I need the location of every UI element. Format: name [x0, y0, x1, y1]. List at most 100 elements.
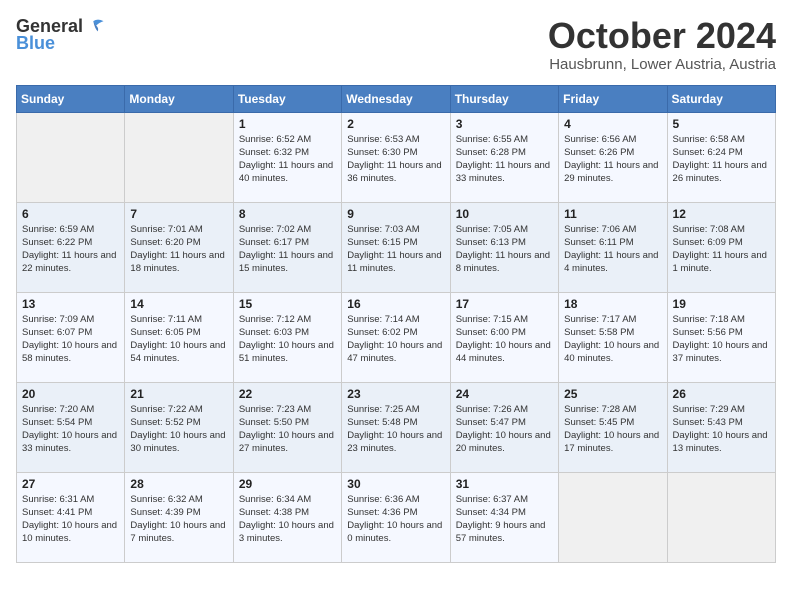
- day-info: Sunrise: 6:58 AM Sunset: 6:24 PM Dayligh…: [673, 133, 770, 186]
- calendar-cell: 28 Sunrise: 6:32 AM Sunset: 4:39 PM Dayli…: [125, 472, 233, 562]
- calendar-cell: 25 Sunrise: 7:28 AM Sunset: 5:45 PM Dayli…: [559, 382, 667, 472]
- week-row-2: 6Sunrise: 6:59 AM Sunset: 6:22 PM Daylig…: [17, 202, 776, 292]
- calendar-cell: 14 Sunrise: 7:11 AM Sunset: 6:05 PM Dayli…: [125, 292, 233, 382]
- day-info: Sunrise: 7:05 AM Sunset: 6:13 PM Dayligh…: [456, 223, 553, 276]
- day-info: Sunrise: 7:29 AM Sunset: 5:43 PM Dayligh…: [673, 403, 770, 456]
- calendar-cell: 31 Sunrise: 6:37 AM Sunset: 4:34 PM Dayli…: [450, 472, 558, 562]
- day-number: 15: [239, 297, 336, 311]
- calendar-cell: 4 Sunrise: 6:56 AM Sunset: 6:26 PM Daylig…: [559, 112, 667, 202]
- calendar-cell: [17, 112, 125, 202]
- location-title: Hausbrunn, Lower Austria, Austria: [548, 56, 776, 73]
- calendar-cell: 17 Sunrise: 7:15 AM Sunset: 6:00 PM Dayli…: [450, 292, 558, 382]
- day-info: Sunrise: 7:02 AM Sunset: 6:17 PM Dayligh…: [239, 223, 336, 276]
- day-number: 29: [239, 477, 336, 491]
- day-info: Sunrise: 7:20 AM Sunset: 5:54 PM Dayligh…: [22, 403, 119, 456]
- day-number: 11: [564, 207, 661, 221]
- day-number: 22: [239, 387, 336, 401]
- day-info: Sunrise: 6:32 AM Sunset: 4:39 PM Dayligh…: [130, 493, 227, 546]
- calendar-cell: 5 Sunrise: 6:58 AM Sunset: 6:24 PM Daylig…: [667, 112, 775, 202]
- day-number: 3: [456, 117, 553, 131]
- calendar-cell: 20 Sunrise: 7:20 AM Sunset: 5:54 PM Dayli…: [17, 382, 125, 472]
- calendar-cell: 30Sunrise: 6:36 AM Sunset: 4:36 PM Dayli…: [342, 472, 450, 562]
- calendar-cell: 26 Sunrise: 7:29 AM Sunset: 5:43 PM Dayli…: [667, 382, 775, 472]
- day-of-week-monday: Monday: [125, 85, 233, 112]
- logo-bird-icon: [83, 16, 105, 38]
- week-row-1: 1Sunrise: 6:52 AM Sunset: 6:32 PM Daylig…: [17, 112, 776, 202]
- day-info: Sunrise: 7:26 AM Sunset: 5:47 PM Dayligh…: [456, 403, 553, 456]
- day-info: Sunrise: 7:06 AM Sunset: 6:11 PM Dayligh…: [564, 223, 661, 276]
- calendar-cell: 21 Sunrise: 7:22 AM Sunset: 5:52 PM Dayli…: [125, 382, 233, 472]
- page-header: General Blue October 2024 Hausbrunn, Low…: [16, 16, 776, 73]
- day-info: Sunrise: 6:31 AM Sunset: 4:41 PM Dayligh…: [22, 493, 119, 546]
- calendar-cell: 9 Sunrise: 7:03 AM Sunset: 6:15 PM Daylig…: [342, 202, 450, 292]
- calendar-cell: [559, 472, 667, 562]
- calendar-table: SundayMondayTuesdayWednesdayThursdayFrid…: [16, 85, 776, 563]
- day-info: Sunrise: 6:53 AM Sunset: 6:30 PM Dayligh…: [347, 133, 444, 186]
- week-row-4: 20 Sunrise: 7:20 AM Sunset: 5:54 PM Dayli…: [17, 382, 776, 472]
- calendar-cell: 24 Sunrise: 7:26 AM Sunset: 5:47 PM Dayli…: [450, 382, 558, 472]
- day-info: Sunrise: 7:22 AM Sunset: 5:52 PM Dayligh…: [130, 403, 227, 456]
- day-of-week-friday: Friday: [559, 85, 667, 112]
- day-info: Sunrise: 6:34 AM Sunset: 4:38 PM Dayligh…: [239, 493, 336, 546]
- calendar-cell: 23 Sunrise: 7:25 AM Sunset: 5:48 PM Dayli…: [342, 382, 450, 472]
- day-info: Sunrise: 6:37 AM Sunset: 4:34 PM Dayligh…: [456, 493, 553, 546]
- calendar-cell: 13 Sunrise: 7:09 AM Sunset: 6:07 PM Dayli…: [17, 292, 125, 382]
- day-number: 25: [564, 387, 661, 401]
- week-row-5: 27 Sunrise: 6:31 AM Sunset: 4:41 PM Dayli…: [17, 472, 776, 562]
- day-number: 23: [347, 387, 444, 401]
- day-number: 10: [456, 207, 553, 221]
- calendar-cell: 3Sunrise: 6:55 AM Sunset: 6:28 PM Daylig…: [450, 112, 558, 202]
- calendar-cell: 18Sunrise: 7:17 AM Sunset: 5:58 PM Dayli…: [559, 292, 667, 382]
- day-info: Sunrise: 6:56 AM Sunset: 6:26 PM Dayligh…: [564, 133, 661, 186]
- day-number: 1: [239, 117, 336, 131]
- day-number: 5: [673, 117, 770, 131]
- calendar-cell: 12 Sunrise: 7:08 AM Sunset: 6:09 PM Dayli…: [667, 202, 775, 292]
- logo: General Blue: [16, 16, 105, 54]
- day-info: Sunrise: 7:09 AM Sunset: 6:07 PM Dayligh…: [22, 313, 119, 366]
- day-info: Sunrise: 6:59 AM Sunset: 6:22 PM Dayligh…: [22, 223, 119, 276]
- calendar-cell: 10 Sunrise: 7:05 AM Sunset: 6:13 PM Dayli…: [450, 202, 558, 292]
- day-info: Sunrise: 7:23 AM Sunset: 5:50 PM Dayligh…: [239, 403, 336, 456]
- day-number: 16: [347, 297, 444, 311]
- calendar-cell: 1Sunrise: 6:52 AM Sunset: 6:32 PM Daylig…: [233, 112, 341, 202]
- day-number: 7: [130, 207, 227, 221]
- day-number: 4: [564, 117, 661, 131]
- calendar-header: SundayMondayTuesdayWednesdayThursdayFrid…: [17, 85, 776, 112]
- day-number: 31: [456, 477, 553, 491]
- day-of-week-thursday: Thursday: [450, 85, 558, 112]
- day-number: 24: [456, 387, 553, 401]
- day-number: 12: [673, 207, 770, 221]
- day-of-week-wednesday: Wednesday: [342, 85, 450, 112]
- calendar-cell: 19 Sunrise: 7:18 AM Sunset: 5:56 PM Dayli…: [667, 292, 775, 382]
- day-number: 20: [22, 387, 119, 401]
- calendar-cell: 6Sunrise: 6:59 AM Sunset: 6:22 PM Daylig…: [17, 202, 125, 292]
- month-title: October 2024: [548, 16, 776, 56]
- day-info: Sunrise: 7:11 AM Sunset: 6:05 PM Dayligh…: [130, 313, 227, 366]
- day-info: Sunrise: 7:18 AM Sunset: 5:56 PM Dayligh…: [673, 313, 770, 366]
- logo-blue: Blue: [16, 34, 55, 54]
- calendar-cell: 16 Sunrise: 7:14 AM Sunset: 6:02 PM Dayli…: [342, 292, 450, 382]
- calendar-cell: 8Sunrise: 7:02 AM Sunset: 6:17 PM Daylig…: [233, 202, 341, 292]
- day-number: 19: [673, 297, 770, 311]
- day-info: Sunrise: 7:14 AM Sunset: 6:02 PM Dayligh…: [347, 313, 444, 366]
- day-number: 13: [22, 297, 119, 311]
- day-info: Sunrise: 7:15 AM Sunset: 6:00 PM Dayligh…: [456, 313, 553, 366]
- calendar-body: 1Sunrise: 6:52 AM Sunset: 6:32 PM Daylig…: [17, 112, 776, 562]
- day-number: 9: [347, 207, 444, 221]
- day-number: 26: [673, 387, 770, 401]
- calendar-cell: [125, 112, 233, 202]
- day-number: 2: [347, 117, 444, 131]
- day-number: 28: [130, 477, 227, 491]
- day-info: Sunrise: 7:12 AM Sunset: 6:03 PM Dayligh…: [239, 313, 336, 366]
- day-info: Sunrise: 7:28 AM Sunset: 5:45 PM Dayligh…: [564, 403, 661, 456]
- day-info: Sunrise: 7:08 AM Sunset: 6:09 PM Dayligh…: [673, 223, 770, 276]
- calendar-cell: 22 Sunrise: 7:23 AM Sunset: 5:50 PM Dayli…: [233, 382, 341, 472]
- day-number: 17: [456, 297, 553, 311]
- day-number: 14: [130, 297, 227, 311]
- calendar-cell: 27 Sunrise: 6:31 AM Sunset: 4:41 PM Dayli…: [17, 472, 125, 562]
- day-info: Sunrise: 7:03 AM Sunset: 6:15 PM Dayligh…: [347, 223, 444, 276]
- day-number: 21: [130, 387, 227, 401]
- day-info: Sunrise: 7:25 AM Sunset: 5:48 PM Dayligh…: [347, 403, 444, 456]
- day-number: 27: [22, 477, 119, 491]
- calendar-cell: [667, 472, 775, 562]
